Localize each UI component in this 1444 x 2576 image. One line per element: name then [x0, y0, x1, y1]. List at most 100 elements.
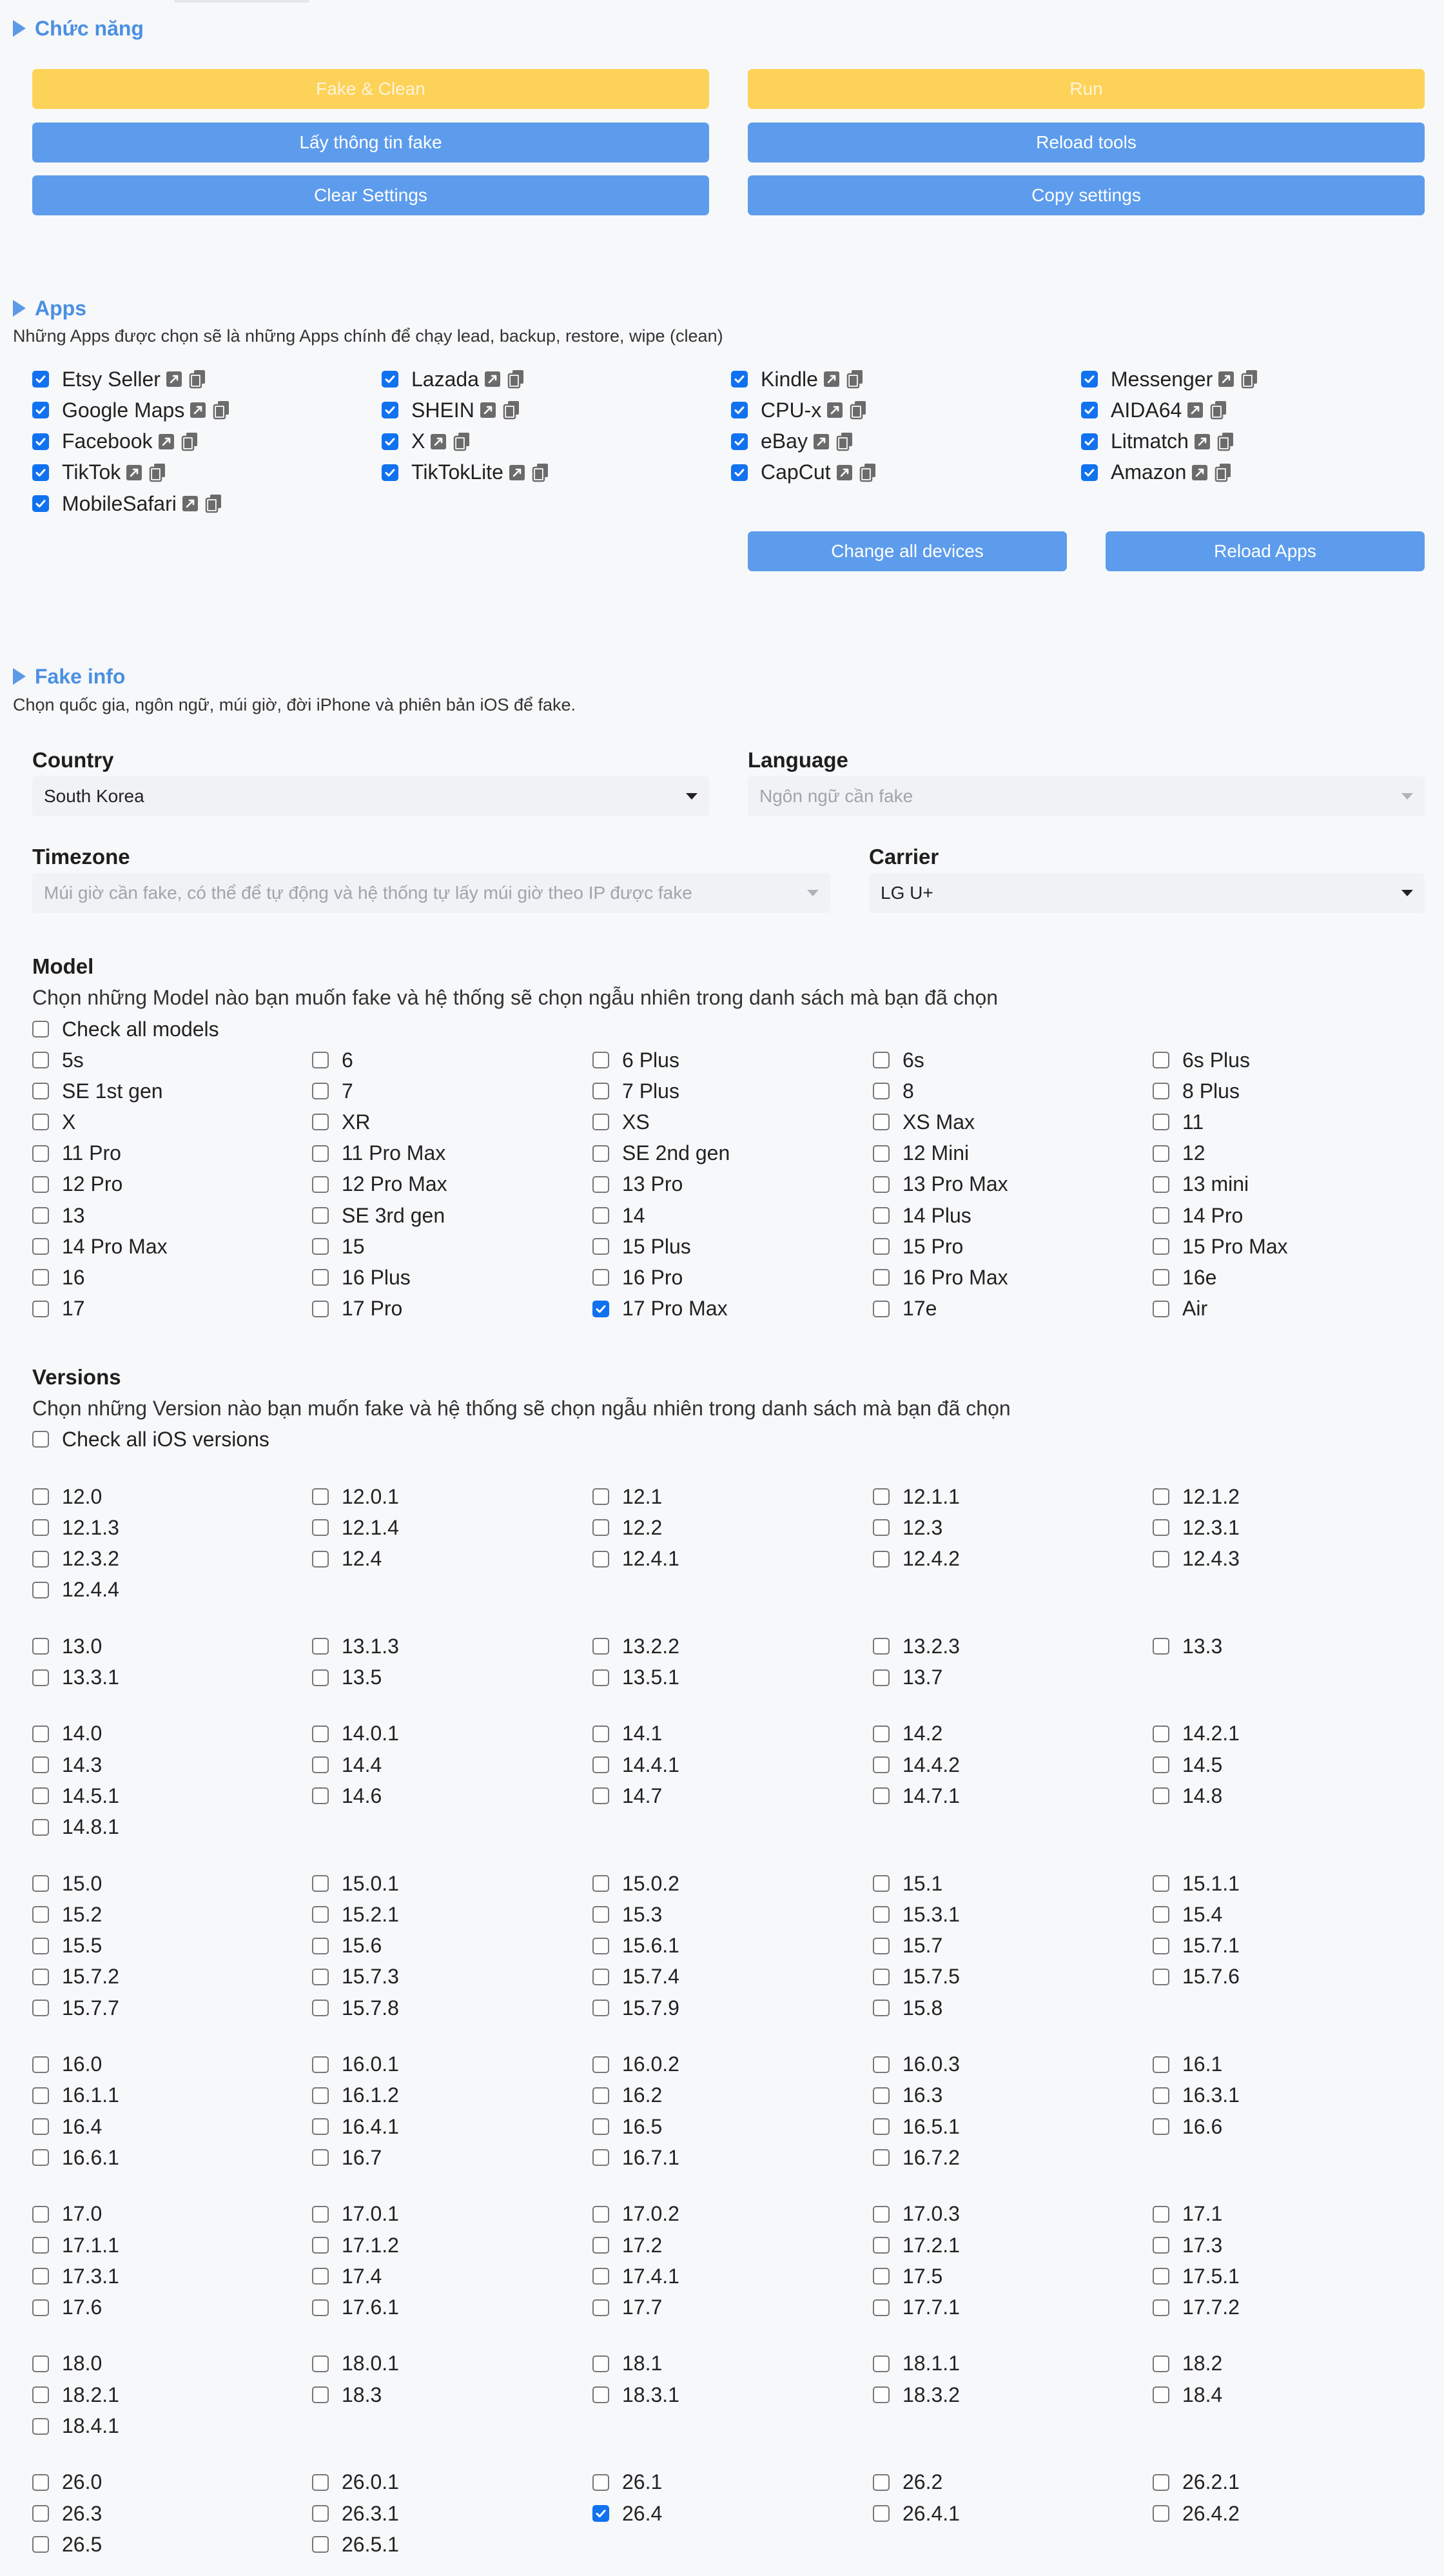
checkbox[interactable] [873, 1519, 890, 1537]
app-shein[interactable]: SHEIN [382, 396, 521, 424]
version-14-8-1[interactable]: 14.8.1 [32, 1813, 119, 1842]
checkbox[interactable] [312, 1756, 329, 1774]
version-14-2-1[interactable]: 14.2.1 [1153, 1720, 1240, 1748]
checkbox[interactable] [32, 1725, 49, 1742]
version-26-5[interactable]: 26.5 [32, 2530, 102, 2559]
version-15-7[interactable]: 15.7 [873, 1932, 942, 1960]
checkbox[interactable] [1153, 1875, 1169, 1892]
checkbox[interactable] [1153, 1638, 1169, 1655]
checkbox[interactable] [312, 2118, 329, 2136]
app-x[interactable]: X [382, 428, 471, 456]
version-12-4-4[interactable]: 12.4.4 [32, 1576, 119, 1604]
version-12-4-3[interactable]: 12.4.3 [1153, 1545, 1240, 1573]
version-12-4-1[interactable]: 12.4.1 [592, 1545, 679, 1573]
checkbox[interactable] [32, 2473, 49, 2491]
checkbox[interactable] [873, 1083, 890, 1100]
app-facebook[interactable]: Facebook [32, 428, 199, 456]
model-6s-plus[interactable]: 6s Plus [1153, 1046, 1250, 1074]
external-link-icon[interactable] [826, 400, 844, 420]
version-16-7-2[interactable]: 16.7.2 [873, 2143, 960, 2172]
checkbox[interactable] [873, 1725, 890, 1742]
version-14-7-1[interactable]: 14.7.1 [873, 1782, 960, 1810]
version-16-0-3[interactable]: 16.0.3 [873, 2050, 960, 2079]
model-6s[interactable]: 6s [873, 1046, 924, 1074]
checkbox[interactable] [873, 2505, 890, 2522]
version-12-3-2[interactable]: 12.3.2 [32, 1545, 119, 1573]
checkbox[interactable] [312, 1488, 329, 1505]
version-15-3-1[interactable]: 15.3.1 [873, 1900, 960, 1929]
checkbox[interactable] [32, 1638, 49, 1655]
version-17-6[interactable]: 17.6 [32, 2294, 102, 2322]
version-26-4-2[interactable]: 26.4.2 [1153, 2499, 1240, 2528]
checkbox[interactable] [32, 2386, 49, 2404]
checkbox[interactable] [1153, 1488, 1169, 1505]
model-8[interactable]: 8 [873, 1077, 914, 1105]
version-17-7-1[interactable]: 17.7.1 [873, 2294, 960, 2322]
copy-icon[interactable] [1241, 369, 1259, 389]
checkbox[interactable] [1153, 1052, 1169, 1068]
app-mobilesafari[interactable]: MobileSafari [32, 489, 223, 518]
copy-icon[interactable] [503, 400, 521, 420]
external-link-icon[interactable] [166, 369, 184, 389]
checkbox[interactable] [873, 2087, 890, 2104]
version-17-7[interactable]: 17.7 [592, 2294, 662, 2322]
checkbox[interactable] [873, 1937, 890, 1954]
version-15-1-1[interactable]: 15.1.1 [1153, 1869, 1240, 1898]
checkbox[interactable] [312, 1114, 329, 1131]
version-26-1[interactable]: 26.1 [592, 2468, 662, 2497]
checkbox[interactable] [1153, 1083, 1169, 1100]
version-15-2-1[interactable]: 15.2.1 [312, 1900, 399, 1929]
external-link-icon[interactable] [1194, 432, 1212, 451]
copy-icon[interactable] [453, 432, 471, 451]
checkbox[interactable] [32, 1550, 49, 1568]
checkbox[interactable] [312, 1638, 329, 1655]
checkbox[interactable] [312, 1052, 329, 1068]
checkbox[interactable] [32, 1083, 49, 1100]
checkbox[interactable] [873, 2000, 890, 2017]
checkbox[interactable] [32, 1145, 49, 1162]
copy-icon[interactable] [850, 400, 868, 420]
model-14-plus[interactable]: 14 Plus [873, 1201, 971, 1230]
checkbox[interactable] [1153, 1937, 1169, 1954]
model-8-plus[interactable]: 8 Plus [1153, 1077, 1240, 1105]
version-17-1-1[interactable]: 17.1.1 [32, 2231, 119, 2259]
checkbox[interactable] [32, 1207, 49, 1224]
check-all-ios-versions[interactable]: Check all iOS versions [32, 1425, 269, 1453]
checkbox[interactable] [873, 1550, 890, 1568]
checkbox[interactable] [312, 2386, 329, 2404]
version-13-3-1[interactable]: 13.3.1 [32, 1664, 119, 1692]
model-7-plus[interactable]: 7 Plus [592, 1077, 679, 1105]
checkbox[interactable] [873, 1787, 890, 1805]
copy-icon[interactable] [1215, 463, 1233, 482]
version-16-4-1[interactable]: 16.4.1 [312, 2112, 399, 2141]
version-14-7[interactable]: 14.7 [592, 1782, 662, 1810]
checkbox[interactable] [873, 1114, 890, 1131]
model-12-pro[interactable]: 12 Pro [32, 1170, 122, 1199]
version-17-2[interactable]: 17.2 [592, 2231, 662, 2259]
checkbox-checked[interactable] [731, 433, 748, 450]
checkbox[interactable] [592, 2386, 609, 2404]
check-all-models[interactable]: Check all models [32, 1015, 219, 1043]
checkbox[interactable] [312, 2536, 329, 2553]
app-google-maps[interactable]: Google Maps [32, 396, 231, 424]
model-16-plus[interactable]: 16 Plus [312, 1263, 411, 1292]
checkbox[interactable] [32, 1875, 49, 1892]
checkbox[interactable] [312, 1937, 329, 1954]
model-17[interactable]: 17 [32, 1295, 85, 1323]
version-16-3[interactable]: 16.3 [873, 2081, 942, 2110]
app-tiktok[interactable]: TikTok [32, 458, 167, 487]
model-16[interactable]: 16 [32, 1263, 85, 1292]
version-18-0[interactable]: 18.0 [32, 2350, 102, 2378]
checkbox[interactable] [873, 1238, 890, 1255]
model-13-pro-max[interactable]: 13 Pro Max [873, 1170, 1008, 1199]
checkbox[interactable] [592, 1550, 609, 1568]
checkbox-checked[interactable] [32, 464, 49, 481]
app-lazada[interactable]: Lazada [382, 365, 525, 393]
checkbox[interactable] [312, 2056, 329, 2073]
checkbox[interactable] [312, 2473, 329, 2491]
copy-settings-button[interactable]: Copy settings [748, 175, 1425, 215]
checkbox[interactable] [873, 1207, 890, 1224]
checkbox-checked[interactable] [731, 371, 748, 388]
version-17-1-2[interactable]: 17.1.2 [312, 2231, 399, 2259]
external-link-icon[interactable] [190, 400, 208, 420]
